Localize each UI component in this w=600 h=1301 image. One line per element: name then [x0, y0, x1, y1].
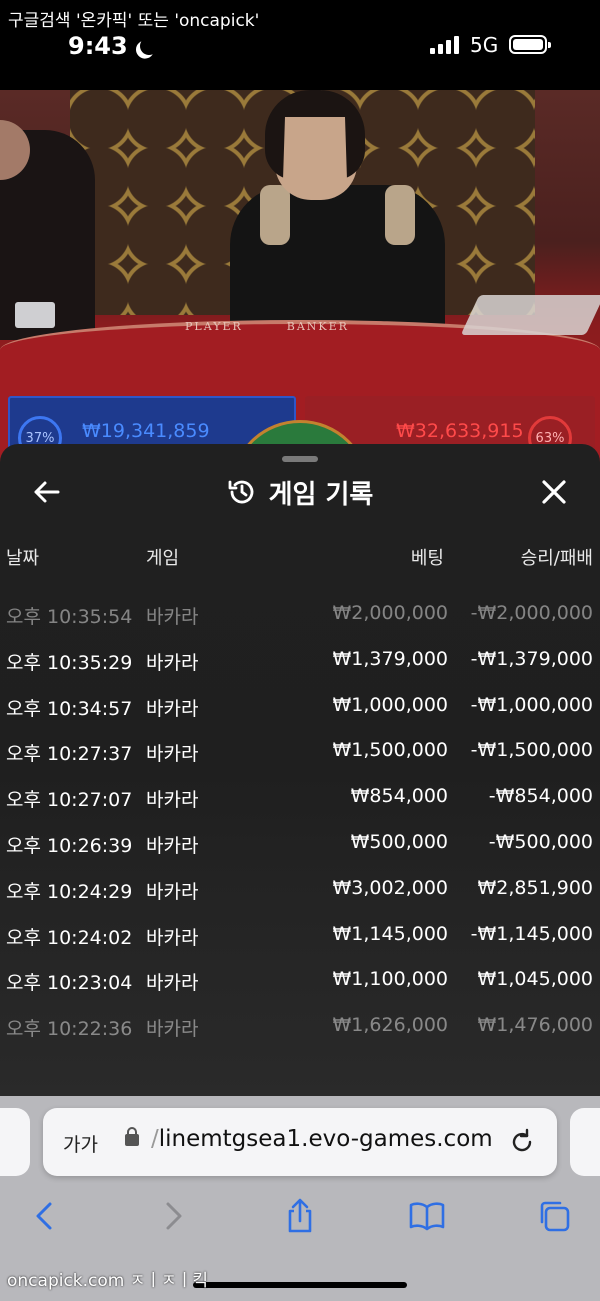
row-win-loss: -₩1,000,000 — [470, 693, 593, 716]
row-bet: ₩1,100,000 — [332, 968, 448, 991]
network-type: 5G — [470, 33, 499, 57]
row-bet: ₩1,379,000 — [332, 647, 448, 670]
url-host: linemtgsea1.evo-games.com — [158, 1126, 493, 1152]
row-date: 오후 10:35:29 — [6, 651, 133, 674]
history-row[interactable]: 오후 10:22:36 바카라 ₩1,626,000 ₩1,476,000 — [0, 1004, 600, 1050]
tabs-icon — [540, 1201, 570, 1232]
row-date: 오후 10:35:54 — [6, 606, 133, 628]
reload-icon[interactable] — [507, 1127, 537, 1157]
sheet-header: 게임 기록 — [0, 472, 600, 512]
next-tab-preview[interactable] — [570, 1108, 600, 1176]
history-row[interactable]: 오후 10:35:54 바카라 ₩2,000,000 -₩2,000,000 — [0, 592, 600, 638]
live-video: PLAYER BANKER 37% 63% ₩19,341,859 ₩32,63… — [0, 90, 600, 470]
share-icon — [288, 1198, 312, 1233]
history-icon — [228, 480, 254, 504]
history-list: 오후 10:35:54 바카라 ₩2,000,000 -₩2,000,000 오… — [0, 592, 600, 1050]
card-shoe — [460, 295, 600, 335]
game-history-sheet: 게임 기록 날짜 게임 베팅 승리/패배 오후 10:35:54 바카라 ₩2,… — [0, 444, 600, 1104]
banker-amount: ₩32,633,915 — [396, 420, 524, 442]
row-bet: ₩1,000,000 — [332, 693, 448, 716]
row-date: 오후 10:27:37 — [6, 743, 133, 766]
row-date: 오후 10:23:04 — [6, 972, 133, 995]
row-win-loss: -₩1,379,000 — [470, 647, 593, 670]
battery-icon — [509, 35, 551, 54]
back-nav-button[interactable] — [22, 1194, 66, 1238]
card-box — [15, 302, 55, 328]
row-win-loss: -₩1,145,000 — [470, 922, 593, 945]
row-date: 오후 10:26:39 — [6, 834, 133, 857]
row-win-loss: ₩1,476,000 — [477, 1014, 593, 1037]
row-bet: ₩1,500,000 — [332, 739, 448, 762]
sheet-title: 게임 기록 — [268, 479, 374, 510]
row-game: 바카라 — [146, 972, 199, 995]
row-date: 오후 10:24:29 — [6, 880, 133, 903]
history-row[interactable]: 오후 10:26:39 바카라 ₩500,000 -₩500,000 — [0, 821, 600, 867]
row-win-loss: ₩2,851,900 — [477, 876, 593, 899]
close-icon — [542, 480, 566, 504]
row-bet: ₩1,626,000 — [332, 1014, 448, 1037]
history-row[interactable]: 오후 10:34:57 바카라 ₩1,000,000 -₩1,000,000 — [0, 684, 600, 730]
address-bar[interactable]: 가가 /linemtgsea1.evo-games.com — [43, 1108, 557, 1176]
row-date: 오후 10:24:02 — [6, 926, 133, 949]
row-game: 바카라 — [146, 606, 199, 628]
home-indicator[interactable] — [193, 1282, 407, 1288]
text-size-button[interactable]: 가가 — [63, 1130, 98, 1157]
row-game: 바카라 — [146, 834, 199, 857]
share-button[interactable] — [278, 1194, 322, 1238]
bookmarks-button[interactable] — [405, 1194, 449, 1238]
row-bet: ₩2,000,000 — [332, 602, 448, 624]
column-win-loss[interactable]: 승리/패배 — [521, 544, 593, 570]
lock-icon — [125, 1127, 139, 1146]
watermark-bottom: oncapick.com ㅈㅣㅈㅣ킥 — [7, 1271, 208, 1291]
row-game: 바카라 — [146, 789, 199, 812]
row-bet: ₩854,000 — [350, 785, 448, 808]
row-game: 바카라 — [146, 1018, 199, 1041]
sheet-grabber[interactable] — [282, 456, 318, 462]
row-game: 바카라 — [146, 743, 199, 766]
row-win-loss: -₩500,000 — [488, 830, 593, 853]
status-time: 9:43 — [68, 32, 152, 60]
row-game: 바카라 — [146, 651, 199, 674]
tabs-button[interactable] — [532, 1194, 576, 1238]
history-row[interactable]: 오후 10:27:07 바카라 ₩854,000 -₩854,000 — [0, 775, 600, 821]
column-game[interactable]: 게임 — [146, 544, 179, 570]
time-text: 9:43 — [68, 32, 128, 60]
row-game: 바카라 — [146, 697, 199, 720]
history-row[interactable]: 오후 10:24:02 바카라 ₩1,145,000 -₩1,145,000 — [0, 913, 600, 959]
history-row[interactable]: 오후 10:23:04 바카라 ₩1,100,000 ₩1,045,000 — [0, 958, 600, 1004]
signal-icon — [430, 34, 459, 54]
previous-tab-preview[interactable] — [0, 1108, 30, 1176]
player-amount: ₩19,341,859 — [82, 420, 210, 442]
row-win-loss: ₩1,045,000 — [477, 968, 593, 991]
browser-toolbar — [0, 1194, 600, 1238]
url-prefix: / — [151, 1126, 159, 1152]
row-date: 오후 10:22:36 — [6, 1018, 133, 1041]
forward-nav-button[interactable] — [152, 1194, 196, 1238]
watermark-top: 구글검색 '온카픽' 또는 'oncapick' — [8, 11, 260, 31]
close-button[interactable] — [536, 474, 572, 510]
moon-icon — [137, 34, 160, 57]
row-bet: ₩500,000 — [350, 830, 448, 853]
table-label: PLAYER BANKER — [185, 320, 349, 333]
row-win-loss: -₩1,500,000 — [470, 739, 593, 762]
chevron-left-icon — [36, 1202, 52, 1230]
status-bar: 구글검색 '온카픽' 또는 'oncapick' 9:43 5G — [0, 0, 600, 90]
chevron-right-icon — [166, 1202, 182, 1230]
row-bet: ₩3,002,000 — [332, 876, 448, 899]
row-game: 바카라 — [146, 926, 199, 949]
column-bet[interactable]: 베팅 — [411, 544, 444, 570]
history-row[interactable]: 오후 10:27:37 바카라 ₩1,500,000 -₩1,500,000 — [0, 729, 600, 775]
url-text[interactable]: /linemtgsea1.evo-games.com — [151, 1126, 493, 1152]
dealer — [230, 90, 445, 335]
row-bet: ₩1,145,000 — [332, 922, 448, 945]
history-row[interactable]: 오후 10:35:29 바카라 ₩1,379,000 -₩1,379,000 — [0, 638, 600, 684]
row-win-loss: -₩854,000 — [488, 785, 593, 808]
row-date: 오후 10:27:07 — [6, 789, 133, 812]
book-icon — [409, 1202, 445, 1231]
row-win-loss: -₩2,000,000 — [470, 602, 593, 624]
column-date[interactable]: 날짜 — [6, 544, 39, 570]
row-date: 오후 10:34:57 — [6, 697, 133, 720]
history-row[interactable]: 오후 10:24:29 바카라 ₩3,002,000 ₩2,851,900 — [0, 867, 600, 913]
row-game: 바카라 — [146, 880, 199, 903]
